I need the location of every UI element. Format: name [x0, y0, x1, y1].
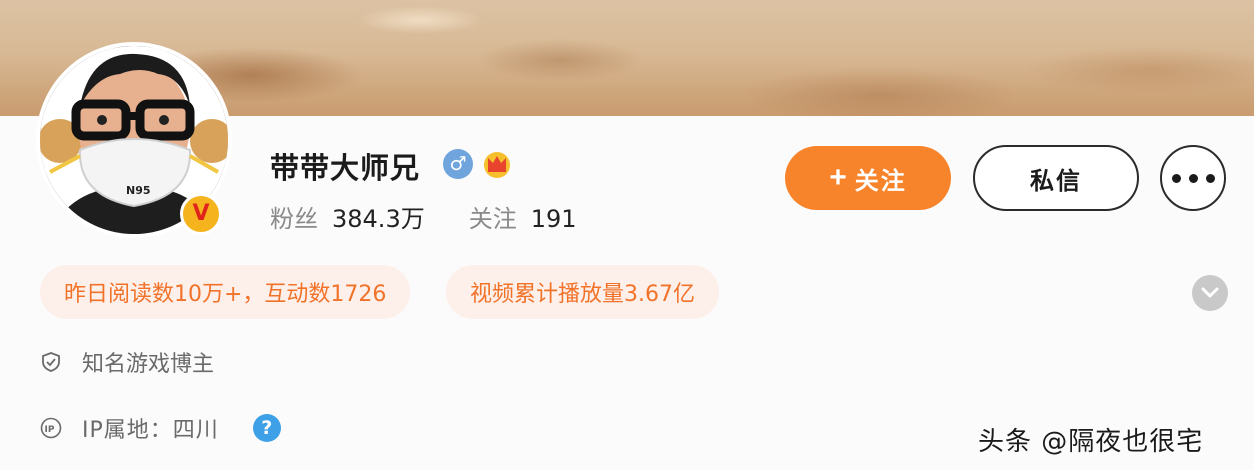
fans-value: 384.3万 — [332, 205, 425, 233]
verified-badge-icon: V — [180, 193, 222, 235]
chevron-down-icon[interactable] — [1192, 275, 1228, 311]
fans-label: 粉丝 — [270, 205, 318, 233]
ip-location-text: IP属地：四川 — [82, 418, 219, 443]
follow-button[interactable]: + 关注 — [785, 146, 951, 210]
profile-name: 带带大师兄 — [270, 151, 421, 185]
ip-icon: IP — [40, 417, 62, 439]
verified-symbol: V — [192, 201, 210, 226]
svg-text:IP: IP — [45, 425, 55, 435]
shield-check-icon — [42, 352, 60, 372]
more-dot — [1188, 173, 1198, 183]
crown-icon — [484, 152, 510, 178]
video-plays-tag[interactable]: 视频累计播放量3.67亿 — [446, 265, 719, 319]
male-icon: ♂ — [443, 149, 473, 179]
chevron-shape — [1201, 287, 1219, 298]
more-dots-icon[interactable] — [1160, 145, 1226, 211]
watermark: 头条 @隔夜也很宅 — [978, 427, 1204, 457]
following-stat[interactable]: 关注 191 — [469, 199, 577, 234]
profile-stats: 粉丝 384.3万 关注 191 — [270, 199, 621, 234]
avatar-mask-text: N95 — [126, 184, 151, 197]
more-dot — [1205, 173, 1215, 183]
message-button[interactable]: 私信 — [973, 145, 1139, 211]
title-text: 知名游戏博主 — [82, 352, 215, 377]
more-dot — [1171, 173, 1181, 183]
ip-row: IP IP属地：四川 ? — [40, 412, 281, 444]
following-value: 191 — [530, 205, 577, 233]
plus-icon: + — [829, 161, 849, 194]
fans-stat[interactable]: 粉丝 384.3万 — [270, 199, 425, 234]
title-row: 知名游戏博主 — [40, 346, 214, 378]
question-icon[interactable]: ? — [252, 414, 281, 442]
following-label: 关注 — [468, 205, 517, 233]
follow-label: 关注 — [854, 167, 907, 195]
reading-stats-tag[interactable]: 昨日阅读数10万+，互动数1726 — [40, 265, 411, 319]
message-label: 私信 — [1030, 167, 1082, 195]
